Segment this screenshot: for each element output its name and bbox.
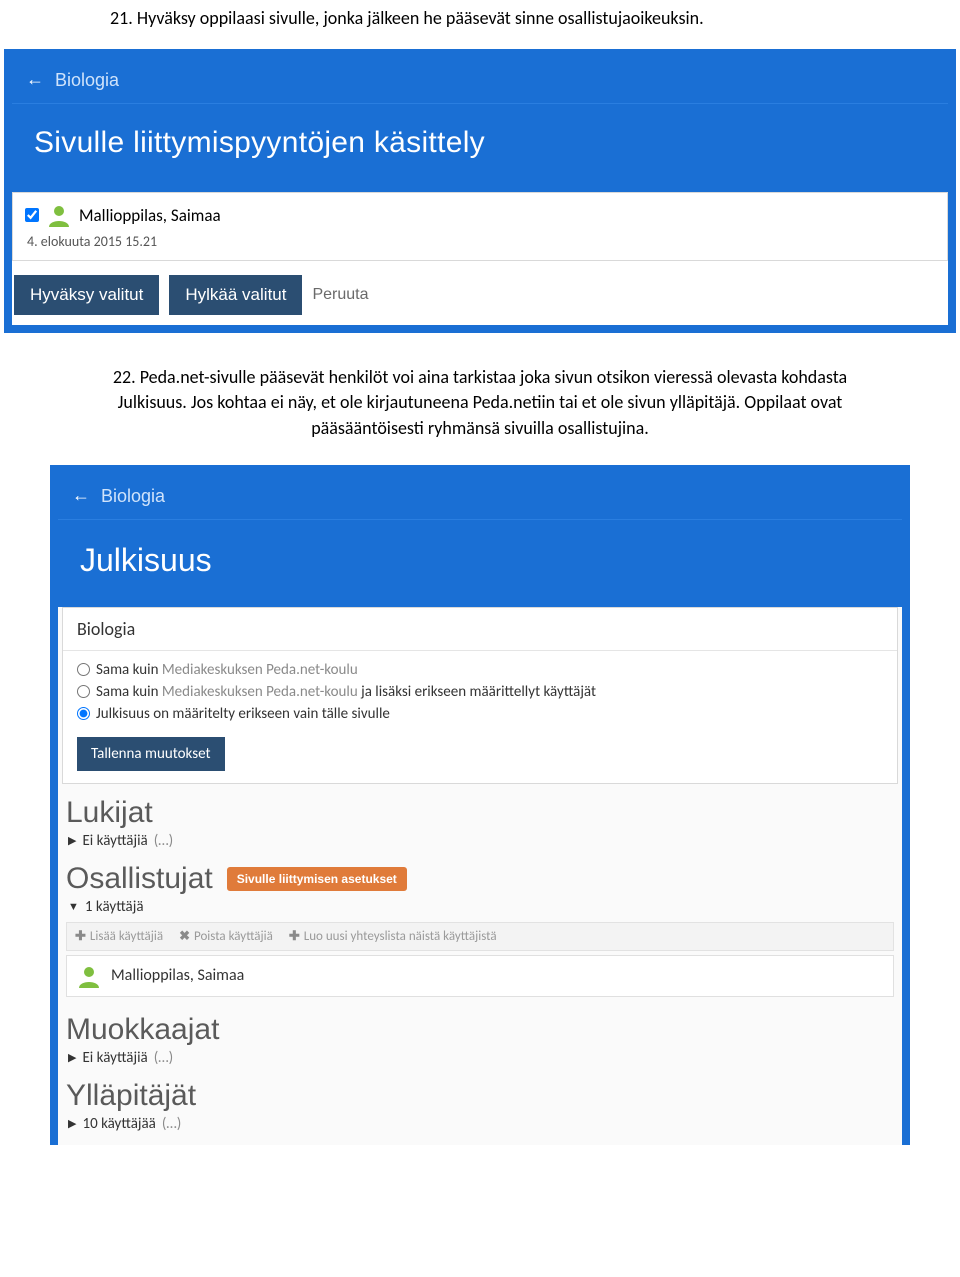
select-user-checkbox[interactable]	[25, 208, 39, 222]
radio-2-suffix: ja lisäksi erikseen määrittellyt käyttäj…	[358, 683, 596, 701]
participant-row[interactable]: Mallioppilas, Saimaa	[66, 955, 894, 997]
triangle-down-icon: ▼	[68, 900, 79, 913]
radio-2-schoollink[interactable]: Mediakeskuksen Peda.net-koulu	[162, 683, 358, 701]
editors-count: Ei käyttäjiä	[82, 1049, 147, 1067]
editors-heading: Muokkaajat	[62, 1007, 898, 1047]
request-row: Mallioppilas, Saimaa 4. elokuuta 2015 15…	[12, 192, 948, 261]
create-list-button[interactable]: ✚Luo uusi yhteyslista näistä käyttäjistä	[289, 929, 497, 944]
radio-input-1[interactable]	[77, 663, 90, 676]
save-button[interactable]: Tallenna muutokset	[77, 737, 225, 771]
admins-expand[interactable]: ▶ 10 käyttäjää (…)	[62, 1113, 898, 1139]
visibility-card-title: Biologia	[63, 608, 897, 651]
participants-heading: Osallistujat Sivulle liittymisen asetuks…	[62, 856, 898, 896]
join-settings-pill[interactable]: Sivulle liittymisen asetukset	[227, 867, 407, 891]
user-name: Mallioppilas, Saimaa	[79, 205, 221, 226]
radio-option-3[interactable]: Julkisuus on määritelty erikseen vain tä…	[77, 705, 883, 723]
breadcrumb-bar: ← Biologia	[12, 57, 948, 103]
reject-button[interactable]: Hylkää valitut	[169, 275, 302, 315]
radio-1-schoollink[interactable]: Mediakeskuksen Peda.net-koulu	[162, 661, 358, 679]
triangle-right-icon: ▶	[68, 1117, 76, 1130]
readers-ellipsis[interactable]: (…)	[154, 832, 173, 850]
editors-expand[interactable]: ▶ Ei käyttäjiä (…)	[62, 1047, 898, 1073]
breadcrumb-bar-2: ← Biologia	[58, 473, 902, 519]
remove-users-button[interactable]: ✖Poista käyttäjiä	[179, 929, 273, 944]
admins-count: 10 käyttäjää	[82, 1115, 155, 1133]
plus-icon: ✚	[75, 929, 86, 944]
radio-option-1[interactable]: Sama kuin Mediakeskuksen Peda.net-koulu	[77, 661, 883, 679]
radio-1-text: Sama kuin	[96, 661, 162, 679]
panel-title: Sivulle liittymispyyntöjen käsittely	[12, 103, 948, 192]
back-arrow-icon[interactable]: ←	[72, 485, 90, 505]
participants-count: 1 käyttäjä	[85, 898, 144, 916]
action-row: Hyväksy valitut Hylkää valitut Peruuta	[12, 261, 948, 325]
doc-step-22: 22. Peda.net-sivulle pääsevät henkilöt v…	[0, 333, 960, 465]
admins-ellipsis[interactable]: (…)	[162, 1115, 181, 1133]
participants-heading-text: Osallistujat	[66, 862, 213, 896]
radio-3-text: Julkisuus on määritelty erikseen vain tä…	[96, 705, 390, 723]
breadcrumb-link[interactable]: Biologia	[101, 486, 165, 506]
radio-input-2[interactable]	[77, 685, 90, 698]
readers-heading: Lukijat	[62, 790, 898, 830]
triangle-right-icon: ▶	[68, 1051, 76, 1064]
radio-2-text: Sama kuin	[96, 683, 162, 701]
add-users-button[interactable]: ✚Lisää käyttäjiä	[75, 929, 163, 944]
avatar-icon	[47, 203, 71, 227]
x-icon: ✖	[179, 929, 190, 944]
avatar-icon	[77, 964, 101, 988]
user-toolbar: ✚Lisää käyttäjiä ✖Poista käyttäjiä ✚Luo …	[66, 922, 894, 951]
editors-ellipsis[interactable]: (…)	[154, 1049, 173, 1067]
plus-icon: ✚	[289, 929, 300, 944]
readers-count: Ei käyttäjiä	[82, 832, 147, 850]
request-date: 4. elokuuta 2015 15.21	[27, 233, 935, 250]
breadcrumb-link[interactable]: Biologia	[55, 70, 119, 90]
cancel-link[interactable]: Peruuta	[312, 286, 368, 304]
radio-input-3[interactable]	[77, 707, 90, 720]
visibility-card: Biologia Sama kuin Mediakeskuksen Peda.n…	[62, 607, 898, 784]
triangle-right-icon: ▶	[68, 834, 76, 847]
admins-heading: Ylläpitäjät	[62, 1073, 898, 1113]
participants-expand[interactable]: ▼ 1 käyttäjä	[62, 896, 898, 922]
participant-user-name: Mallioppilas, Saimaa	[111, 966, 244, 985]
doc-step-21: 21. Hyväksy oppilaasi sivulle, jonka jäl…	[0, 0, 960, 49]
panel-title-2: Julkisuus	[58, 519, 902, 607]
screenshot-join-requests: ← Biologia Sivulle liittymispyyntöjen kä…	[4, 49, 956, 333]
radio-option-2[interactable]: Sama kuin Mediakeskuksen Peda.net-koulu …	[77, 683, 883, 701]
screenshot-visibility: ← Biologia Julkisuus Biologia Sama kuin …	[50, 465, 910, 1145]
readers-expand[interactable]: ▶ Ei käyttäjiä (…)	[62, 830, 898, 856]
accept-button[interactable]: Hyväksy valitut	[14, 275, 159, 315]
back-arrow-icon[interactable]: ←	[26, 69, 44, 89]
